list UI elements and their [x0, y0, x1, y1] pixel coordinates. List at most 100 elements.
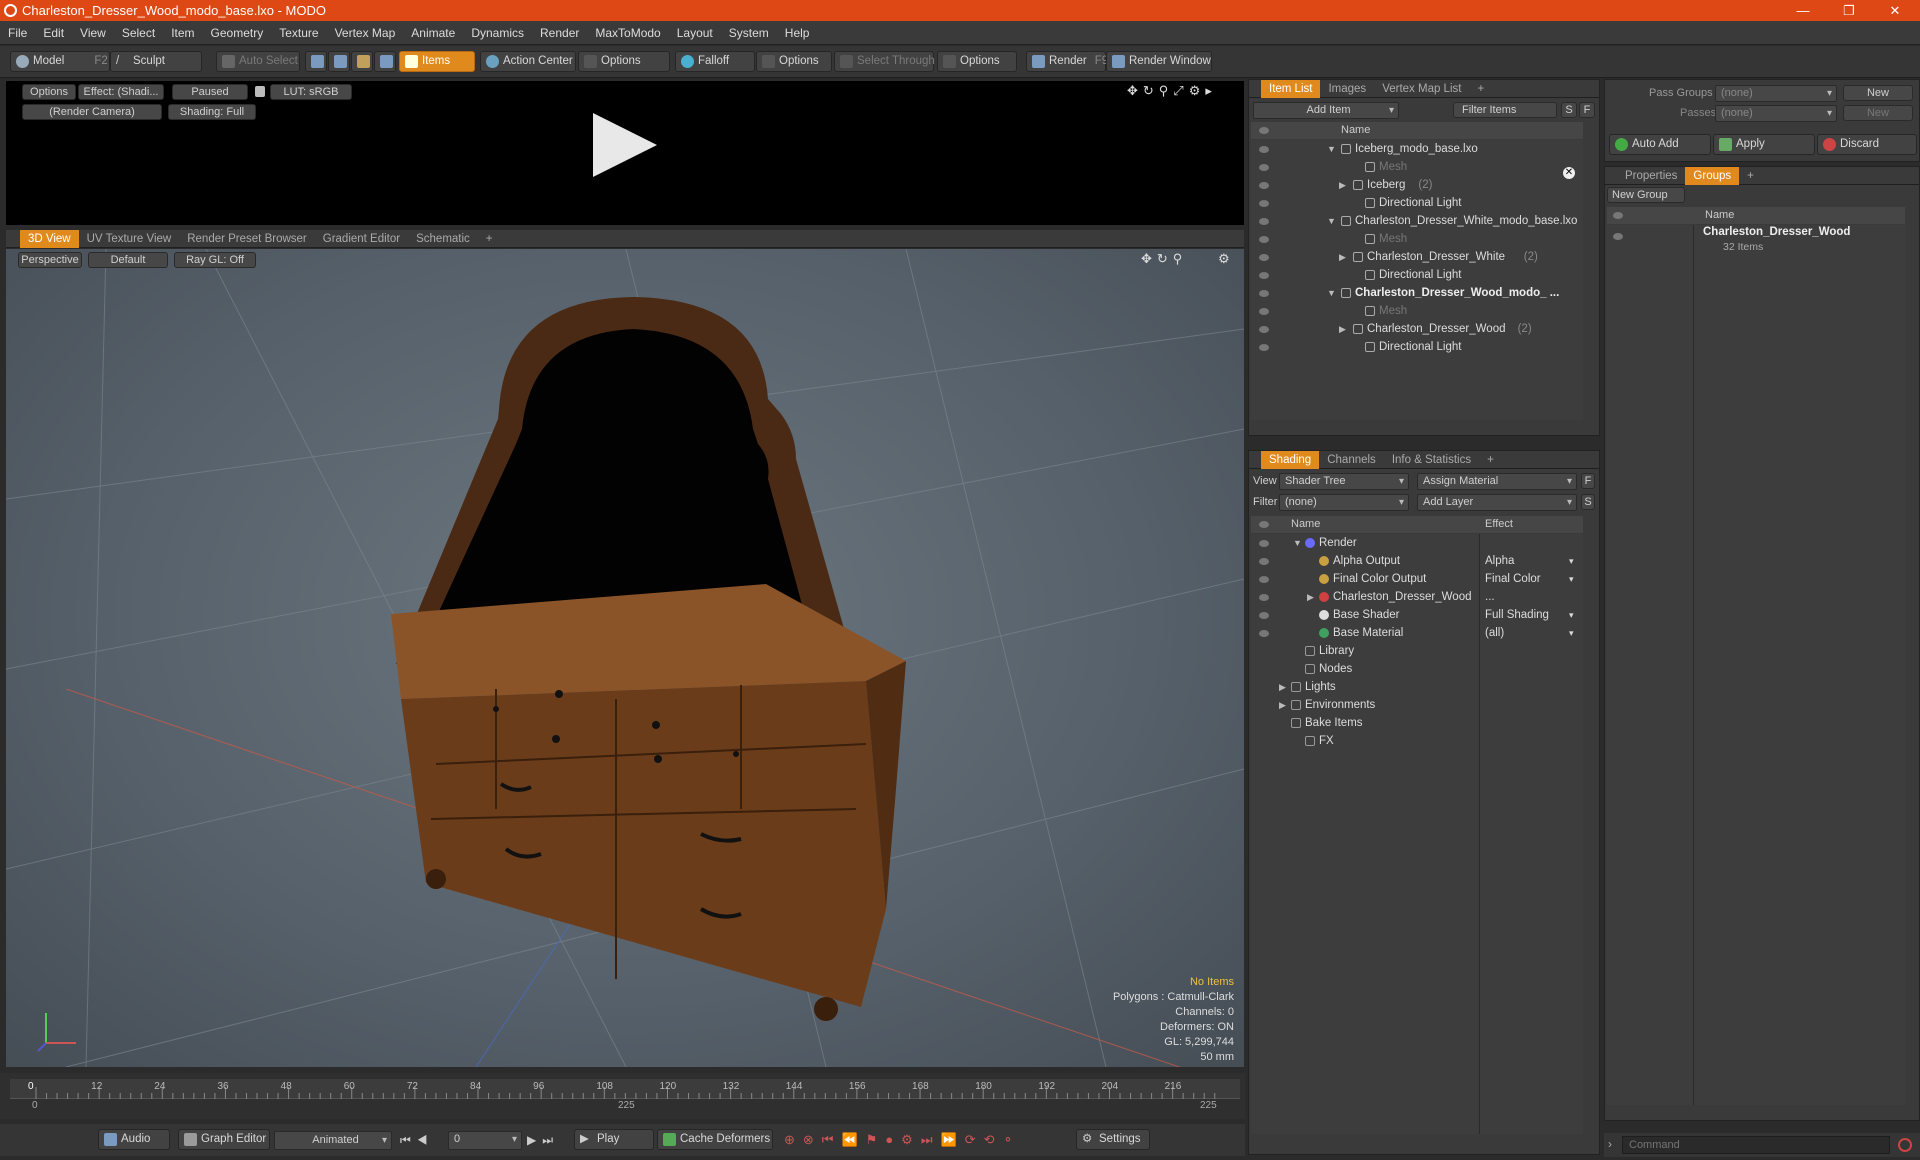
menu-system[interactable]: System	[721, 21, 777, 45]
eye-icon[interactable]	[1259, 630, 1269, 637]
cache-deformers-button[interactable]: Cache Deformers	[657, 1129, 773, 1150]
menu-vertex-map[interactable]: Vertex Map	[327, 21, 404, 45]
items-mode-button[interactable]: Items	[399, 51, 475, 72]
new-group-button[interactable]: New Group	[1607, 187, 1685, 203]
preview-options-button[interactable]: Options	[22, 84, 76, 100]
list-item[interactable]: Mesh	[1251, 302, 1583, 320]
list-item[interactable]: ▼ Iceberg_modo_base.lxo	[1251, 140, 1583, 158]
pass-groups-dropdown[interactable]: (none)	[1715, 85, 1837, 102]
timeline[interactable]: 0 12 24 36 48 60 72 84 96 108 120 132 144 156 168 180 19…	[0, 1073, 1245, 1119]
effect-dropdown[interactable]: Full Shading	[1485, 606, 1581, 624]
table-row[interactable]: Base Shader Full Shading ▾	[1251, 606, 1583, 624]
materials-mode-button[interactable]	[374, 51, 396, 72]
effect-dropdown[interactable]: Final Color	[1485, 570, 1581, 588]
item-list-tree[interactable]: ▼ Iceberg_modo_base.lxo Mesh ▶ Iceberg (2) Dir…	[1251, 140, 1583, 420]
add-tab-button[interactable]: +	[478, 230, 501, 248]
list-item[interactable]: ▶ Iceberg (2)	[1251, 176, 1583, 194]
shading-f-button[interactable]: F	[1581, 473, 1595, 489]
tab-channels[interactable]: Channels	[1319, 451, 1384, 469]
table-row[interactable]: Base Material (all) ▾	[1251, 624, 1583, 642]
add-layer-dropdown[interactable]: Add Layer	[1417, 494, 1577, 511]
filter-items-input[interactable]: Filter Items	[1453, 102, 1557, 118]
eye-icon[interactable]	[1259, 200, 1269, 207]
tab-shading[interactable]: Shading	[1261, 451, 1320, 469]
view-dropdown[interactable]: Shader Tree	[1279, 473, 1409, 490]
list-item[interactable]: Directional Light	[1251, 338, 1583, 356]
tab-properties[interactable]: Properties	[1617, 167, 1685, 185]
expand-arrow-icon[interactable]: ▶	[1279, 678, 1286, 696]
item-list-s-button[interactable]: S	[1561, 102, 1577, 118]
menu-layout[interactable]: Layout	[669, 21, 721, 45]
add-groups-tab-button[interactable]: +	[1739, 167, 1762, 185]
assign-material-dropdown[interactable]: Assign Material	[1417, 473, 1577, 490]
animated-dropdown[interactable]: Animated	[274, 1131, 392, 1150]
perspective-dropdown[interactable]: Perspective	[18, 252, 82, 268]
eye-icon[interactable]	[1259, 540, 1269, 547]
lut-dropdown[interactable]: LUT: sRGB	[270, 84, 352, 100]
raygl-dropdown[interactable]: Ray GL: Off	[174, 252, 256, 268]
expand-arrow-icon[interactable]: ▶	[1339, 176, 1346, 194]
table-row[interactable]: ▶ Lights	[1251, 678, 1583, 696]
3d-viewport[interactable]: Perspective Default Ray GL: Off ✥↻⚲ ⚙ No…	[6, 249, 1244, 1067]
settings-button[interactable]: ⚙ Settings	[1076, 1129, 1150, 1150]
list-item[interactable]: Directional Light	[1251, 194, 1583, 212]
expand-arrow-icon[interactable]: ▶	[1339, 320, 1346, 338]
discard-button[interactable]: Discard	[1817, 134, 1917, 155]
add-panel-tab-button[interactable]: +	[1469, 80, 1492, 98]
command-input[interactable]	[1622, 1136, 1890, 1154]
collapse-arrow-icon[interactable]: ▼	[1327, 284, 1336, 302]
render-window-button[interactable]: Render Window	[1106, 51, 1212, 72]
collapse-arrow-icon[interactable]: ▼	[1327, 140, 1336, 158]
eye-icon[interactable]	[1259, 146, 1269, 153]
new-pass-button[interactable]: New	[1843, 105, 1913, 121]
frame-input[interactable]: 0	[448, 1131, 522, 1150]
filter-dropdown[interactable]: (none)	[1279, 494, 1409, 511]
apply-button[interactable]: Apply	[1713, 134, 1815, 155]
transport-next-controls[interactable]: ▶⏭	[527, 1133, 559, 1148]
table-row[interactable]: FX	[1251, 732, 1583, 750]
menu-view[interactable]: View	[72, 21, 114, 45]
effect-dropdown[interactable]: ...	[1485, 588, 1581, 606]
passes-dropdown[interactable]: (none)	[1715, 105, 1837, 122]
auto-select-button[interactable]: Auto Select	[216, 51, 300, 72]
close-button[interactable]: ✕	[1872, 0, 1918, 21]
eye-icon[interactable]	[1259, 236, 1269, 243]
timeline-ruler[interactable]: 0 12 24 36 48 60 72 84 96 108 120 132 144 156 168 180 19…	[10, 1079, 1240, 1099]
group-visibility-icon[interactable]	[1613, 233, 1623, 240]
collapse-arrow-icon[interactable]: ▼	[1293, 534, 1302, 552]
tab-images[interactable]: Images	[1320, 80, 1374, 98]
table-row[interactable]: ▶ Charleston_Dresser_Wood...	[1251, 588, 1583, 606]
eye-icon[interactable]	[1259, 308, 1269, 315]
shader-tree[interactable]: ▼ Render Alpha Output Alpha ▾ Final Color Out…	[1251, 534, 1583, 1134]
menu-geometry[interactable]: Geometry	[203, 21, 272, 45]
tab-item-list[interactable]: Item List	[1261, 80, 1321, 98]
tab-uv-texture-view[interactable]: UV Texture View	[79, 230, 180, 248]
list-item[interactable]: Mesh	[1251, 158, 1583, 176]
options-button-2[interactable]: Options	[756, 51, 832, 72]
shading-s-button[interactable]: S	[1581, 494, 1595, 510]
tab-render-preset-browser[interactable]: Render Preset Browser	[179, 230, 315, 248]
record-icon[interactable]	[1898, 1138, 1912, 1152]
list-item[interactable]: Directional Light	[1251, 266, 1583, 284]
play-icon[interactable]	[593, 113, 657, 177]
preview-paused-button[interactable]: Paused	[172, 84, 248, 100]
table-row[interactable]: Nodes	[1251, 660, 1583, 678]
select-through-button[interactable]: Select Through	[834, 51, 935, 72]
action-center-button[interactable]: Action Center	[480, 51, 576, 72]
transport-prev-controls[interactable]: ⏮◀	[400, 1133, 434, 1148]
tab-3d-view[interactable]: 3D View	[20, 230, 79, 248]
table-row[interactable]: Bake Items	[1251, 714, 1583, 732]
render-button[interactable]: Render F9	[1026, 51, 1108, 72]
eye-icon[interactable]	[1259, 164, 1269, 171]
eye-icon[interactable]	[1259, 594, 1269, 601]
tab-info-statistics[interactable]: Info & Statistics	[1384, 451, 1479, 469]
chevron-down-icon[interactable]: ▾	[1569, 624, 1574, 642]
shading-dropdown[interactable]: Shading: Full	[168, 104, 256, 120]
expand-arrow-icon[interactable]: ▶	[1279, 696, 1286, 714]
polygons-mode-button[interactable]	[351, 51, 373, 72]
eye-icon[interactable]	[1259, 254, 1269, 261]
menu-item[interactable]: Item	[163, 21, 202, 45]
minimize-button[interactable]: —	[1780, 0, 1826, 21]
preview-view-controls[interactable]: ✥↻⚲⤢⚙▸	[1127, 83, 1217, 99]
audio-button[interactable]: Audio	[98, 1129, 170, 1150]
